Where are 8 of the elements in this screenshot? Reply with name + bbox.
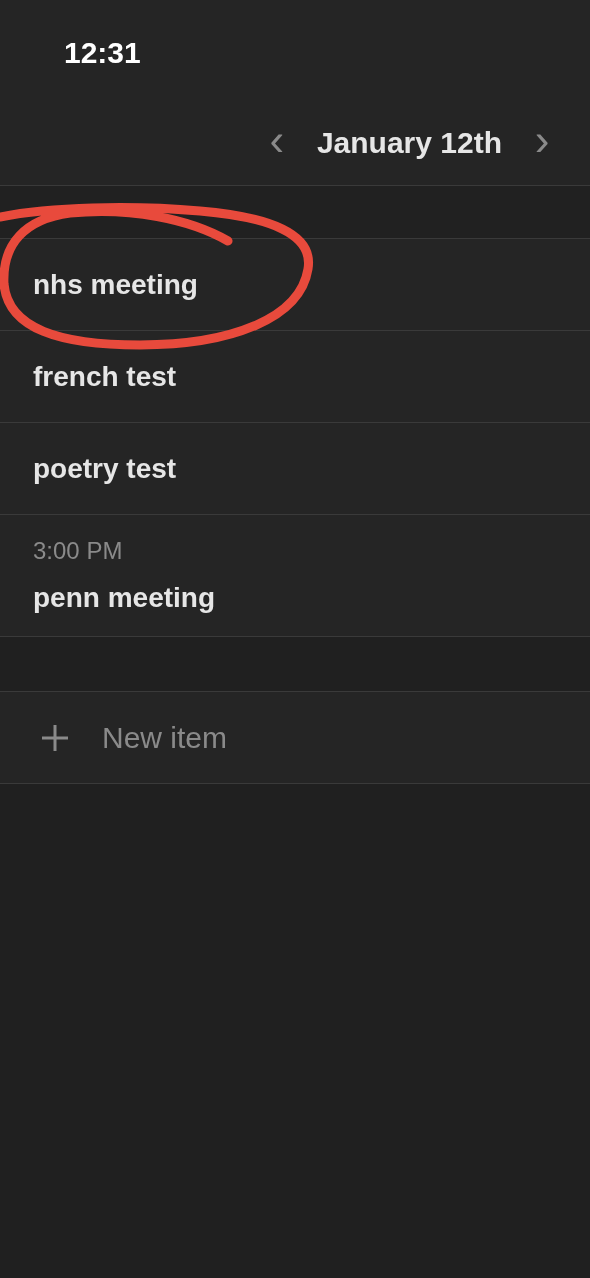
new-item-button[interactable]: New item: [40, 715, 228, 760]
item-title[interactable]: penn meeting: [33, 576, 590, 619]
previous-day-button[interactable]: ‹: [256, 117, 297, 168]
date-title: January 12th: [316, 125, 502, 161]
item-time: 3:00 PM: [33, 535, 124, 566]
status-time: 12:31: [64, 35, 141, 71]
next-day-button[interactable]: ›: [522, 117, 562, 168]
plus-icon: [40, 722, 70, 753]
